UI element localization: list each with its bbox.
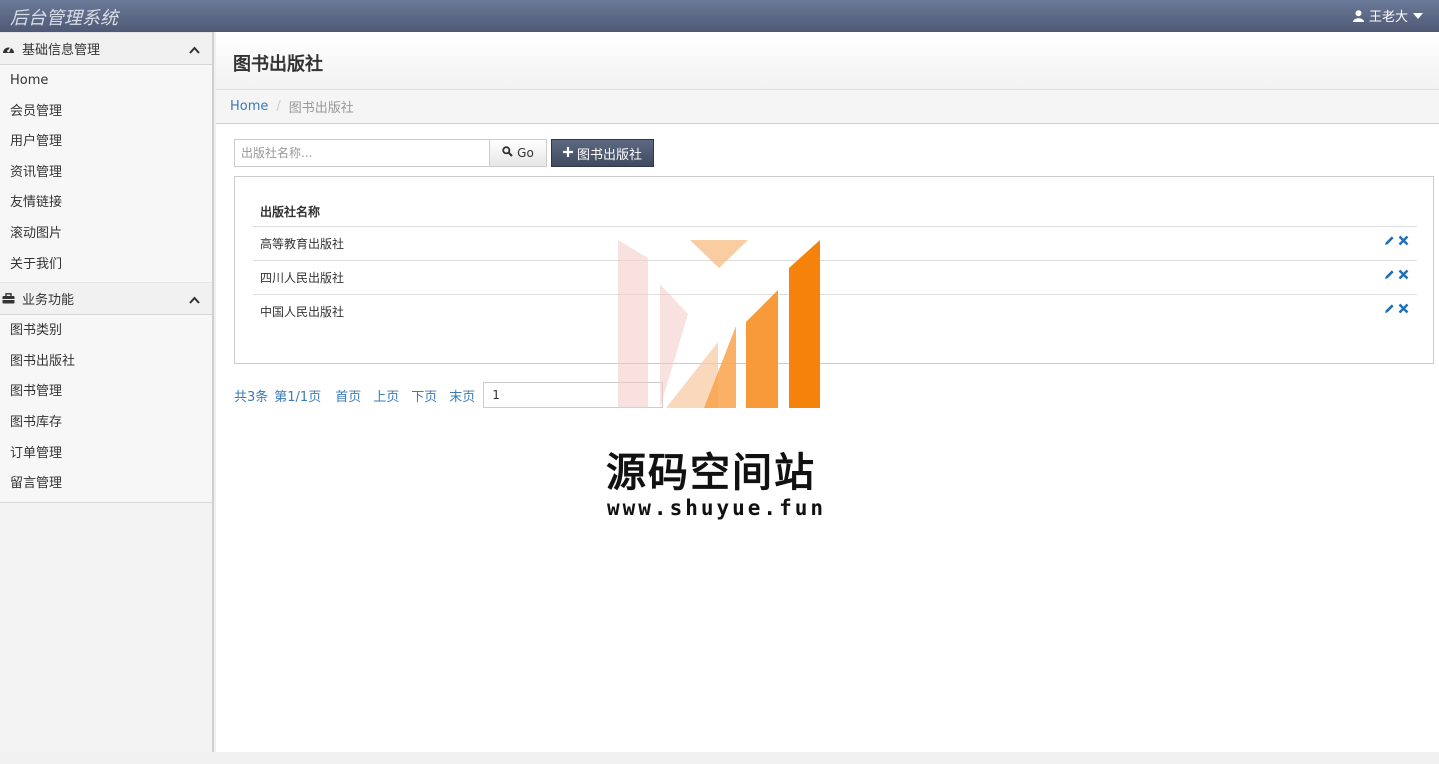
- sidebar-item-orders[interactable]: 订单管理: [0, 439, 212, 470]
- app-title: 后台管理系统: [10, 8, 118, 29]
- publisher-name-cell: 四川人民出版社: [260, 271, 345, 285]
- top-navbar: 后台管理系统 王老大: [0, 0, 1439, 32]
- add-publisher-label: 图书出版社: [576, 147, 642, 163]
- publisher-name-cell: 中国人民出版社: [260, 305, 345, 319]
- sidebar: 基础信息管理 Home 会员管理 用户管理 资讯管理 友情链接 滚动图片 关于我…: [0, 32, 214, 752]
- sidebar-item-links[interactable]: 友情链接: [0, 188, 212, 219]
- search-input[interactable]: [234, 139, 489, 167]
- main-content: 图书出版社 Home / 图书出版社 Go 图书出版社 出版社名称 高等教育出版…: [216, 32, 1439, 752]
- delete-icon[interactable]: [1398, 269, 1409, 280]
- briefcase-icon: [2, 293, 16, 304]
- sidebar-group-label: 基础信息管理: [22, 43, 101, 58]
- sidebar-group-label: 业务功能: [22, 293, 75, 309]
- chevron-up-icon: [189, 293, 200, 308]
- page-header: [216, 32, 1439, 90]
- plus-icon: [562, 146, 573, 161]
- delete-icon[interactable]: [1398, 303, 1409, 314]
- user-menu[interactable]: 王老大: [1352, 6, 1423, 25]
- sidebar-item-stock[interactable]: 图书库存: [0, 408, 212, 439]
- user-name: 王老大: [1368, 10, 1408, 25]
- user-icon: [1352, 9, 1364, 22]
- publisher-table: 出版社名称 高等教育出版社 四川人民出版社 中国人民出版社: [234, 176, 1434, 364]
- column-header-publisher-name: 出版社名称: [260, 205, 321, 219]
- chevron-up-icon: [189, 43, 200, 58]
- sidebar-group-basic[interactable]: 基础信息管理: [0, 32, 212, 65]
- sidebar-item-banners[interactable]: 滚动图片: [0, 219, 212, 250]
- breadcrumb: Home / 图书出版社: [216, 90, 1439, 124]
- dashboard-icon: [2, 43, 16, 54]
- breadcrumb-separator: /: [276, 99, 281, 114]
- page-title: 图书出版社: [233, 54, 323, 75]
- sidebar-item-news[interactable]: 资讯管理: [0, 158, 212, 189]
- publisher-name-cell: 高等教育出版社: [260, 237, 345, 251]
- pager-page-info: 第1/1页: [274, 389, 322, 405]
- breadcrumb-current: 图书出版社: [288, 101, 354, 116]
- sidebar-item-about[interactable]: 关于我们: [0, 250, 212, 281]
- go-button[interactable]: Go: [489, 139, 547, 167]
- pager-last-link[interactable]: 末页: [449, 386, 475, 405]
- breadcrumb-home-link[interactable]: Home: [230, 99, 268, 114]
- sidebar-item-book-category[interactable]: 图书类别: [0, 316, 212, 347]
- sidebar-group-business[interactable]: 业务功能: [0, 282, 212, 316]
- sidebar-item-messages[interactable]: 留言管理: [0, 469, 212, 500]
- edit-icon[interactable]: [1384, 269, 1395, 280]
- edit-icon[interactable]: [1384, 303, 1395, 314]
- sidebar-item-books[interactable]: 图书管理: [0, 377, 212, 408]
- table-row: 高等教育出版社: [253, 226, 1417, 260]
- sidebar-item-users[interactable]: 用户管理: [0, 127, 212, 158]
- search-icon: [502, 146, 513, 160]
- pager-next-link[interactable]: 下页: [411, 386, 437, 405]
- pager-prev-link[interactable]: 上页: [373, 386, 399, 405]
- pager-total: 共3条: [234, 389, 269, 405]
- pagination: 共3条 第1/1页 首页 上页 下页 末页: [234, 382, 664, 408]
- sidebar-item-members[interactable]: 会员管理: [0, 97, 212, 128]
- sidebar-item-publisher[interactable]: 图书出版社: [0, 347, 212, 378]
- watermark-title: 源码空间站: [606, 450, 816, 496]
- add-publisher-button[interactable]: 图书出版社: [551, 139, 654, 167]
- table-row: 中国人民出版社: [253, 294, 1417, 328]
- delete-icon[interactable]: [1398, 235, 1409, 246]
- caret-down-icon: [1413, 12, 1423, 19]
- watermark-url: www.shuyue.fun: [607, 496, 827, 520]
- go-label: Go: [517, 146, 534, 160]
- sidebar-item-home[interactable]: Home: [0, 66, 212, 97]
- pager-first-link[interactable]: 首页: [335, 386, 361, 405]
- table-row: 四川人民出版社: [253, 260, 1417, 294]
- edit-icon[interactable]: [1384, 235, 1395, 246]
- page-number-input[interactable]: [483, 382, 664, 408]
